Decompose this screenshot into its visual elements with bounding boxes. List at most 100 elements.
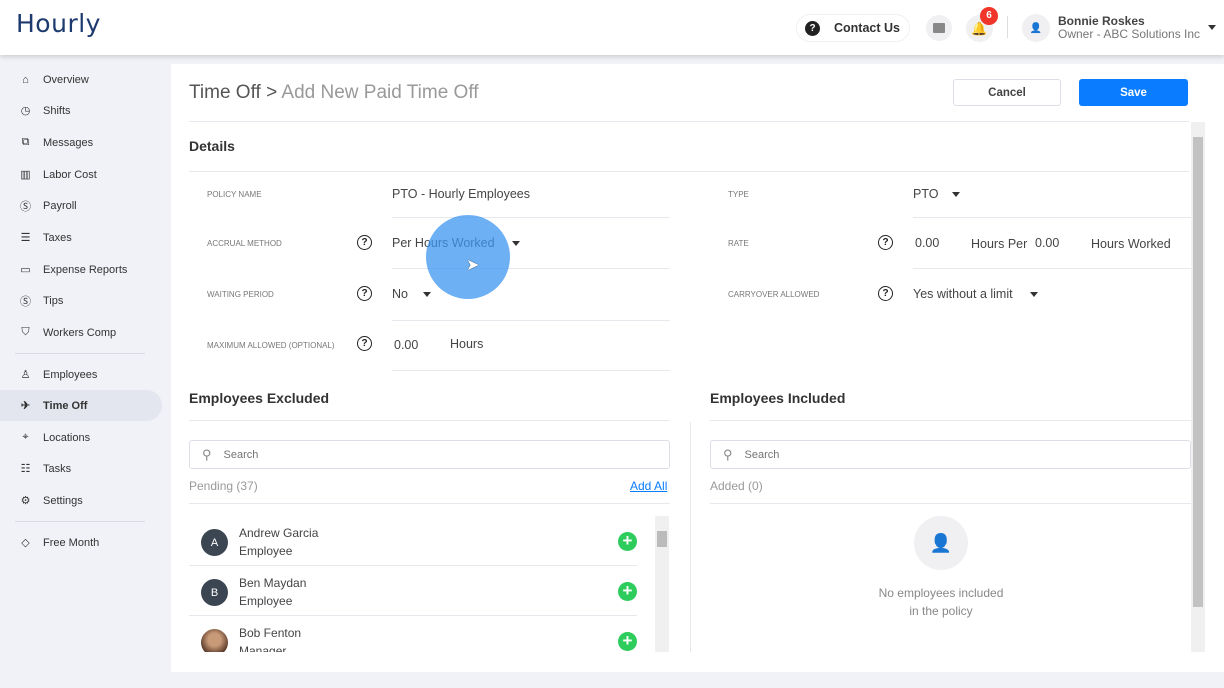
input-underline (392, 320, 670, 321)
bar-chart-icon: ▥ (20, 169, 31, 181)
page-title: Add New Paid Time Off (281, 82, 479, 103)
breadcrumb-time-off[interactable]: Time Off (189, 82, 261, 103)
hours-per-label: Hours Per (971, 237, 1028, 251)
pin-icon: ⌖ (22, 431, 29, 443)
add-icon[interactable]: + (618, 582, 637, 601)
divider (189, 503, 670, 504)
input-underline (392, 370, 670, 371)
help-icon[interactable]: ? (878, 235, 893, 250)
rate-label: Rate (728, 239, 749, 248)
divider (189, 171, 1189, 172)
input-underline (913, 217, 1193, 218)
save-button[interactable]: Save (1079, 79, 1188, 106)
help-icon[interactable]: ? (357, 336, 372, 351)
help-icon[interactable]: ? (878, 286, 893, 301)
hours-worked-input[interactable]: 0.00 (1035, 236, 1059, 250)
employees-included-heading: Employees Included (710, 390, 846, 406)
airplane-icon: ✈ (20, 400, 31, 412)
policy-name-input[interactable]: PTO - Hourly Employees (392, 187, 530, 201)
excluded-search-input[interactable] (223, 448, 604, 461)
sidebar-item-payroll[interactable]: Ⓢ Payroll (0, 190, 162, 221)
dollar-icon: Ⓢ (20, 295, 31, 308)
chevron-down-icon[interactable] (1208, 25, 1216, 30)
hours-unit: Hours (450, 337, 484, 351)
type-label: Type (728, 190, 749, 199)
sidebar-item-expense-reports[interactable]: ▭ Expense Reports (0, 254, 162, 285)
cancel-button[interactable]: Cancel (953, 79, 1061, 106)
caret-down-icon (512, 241, 521, 247)
details-heading: Details (189, 138, 235, 154)
header-divider (1007, 16, 1008, 38)
sidebar-item-taxes[interactable]: ☰ Taxes (0, 222, 162, 253)
help-icon[interactable]: ? (357, 286, 372, 301)
notification-badge: 6 (980, 7, 998, 25)
document-icon: ☰ (20, 232, 31, 244)
pending-count: Pending (37) (189, 479, 258, 493)
list-item: A Andrew Garcia Employee + (189, 516, 637, 566)
rate-input[interactable]: 0.00 (915, 236, 939, 250)
divider (710, 420, 1191, 421)
add-icon[interactable]: + (618, 632, 637, 651)
sidebar-divider (15, 353, 145, 354)
sidebar-divider (15, 521, 145, 522)
person-icon: ♙ (20, 369, 31, 381)
list-item: Bob Fenton Manager + (189, 616, 637, 652)
hours-worked-label: Hours Worked (1091, 237, 1171, 251)
employees-excluded-heading: Employees Excluded (189, 390, 330, 406)
list-icon: ☷ (20, 463, 31, 475)
add-icon[interactable]: + (618, 532, 637, 551)
breadcrumb: Time Off > Add New Paid Time Off (189, 82, 479, 103)
gear-icon: ⚙ (20, 495, 31, 507)
page-scrollbar[interactable] (1191, 122, 1205, 652)
main-panel: Time Off > Add New Paid Time Off Cancel … (171, 64, 1224, 672)
add-all-link[interactable]: Add All (630, 479, 667, 493)
user-name[interactable]: Bonnie Roskes (1058, 14, 1145, 28)
caret-down-icon (951, 192, 960, 198)
input-underline (392, 217, 670, 218)
input-underline (913, 268, 1193, 269)
sidebar-item-employees[interactable]: ♙ Employees (0, 359, 162, 390)
tag-icon: ◇ (21, 537, 30, 549)
help-icon[interactable]: ? (357, 235, 372, 250)
policy-name-label: Policy Name (207, 190, 262, 199)
maximum-allowed-input[interactable]: 0.00 (394, 338, 418, 352)
divider (710, 503, 1191, 504)
sidebar-item-workers-comp[interactable]: ⛉ Workers Comp (0, 317, 162, 348)
sidebar-item-overview[interactable]: ⌂ Overview (0, 64, 162, 95)
sidebar-item-labor-cost[interactable]: ▥ Labor Cost (0, 159, 162, 190)
chat-icon[interactable] (926, 15, 952, 41)
hourly-logo[interactable]: Hourly (16, 9, 101, 38)
sidebar-item-tips[interactable]: Ⓢ Tips (0, 285, 162, 316)
accrual-method-label: Accrual Method (207, 239, 282, 248)
divider (189, 420, 670, 421)
caret-down-icon (423, 292, 432, 298)
top-header: Hourly ? Contact Us 🔔 6 👤 Bonnie Roskes … (0, 0, 1224, 55)
sidebar-item-tasks[interactable]: ☷ Tasks (0, 453, 162, 484)
sidebar-item-locations[interactable]: ⌖ Locations (0, 422, 162, 453)
avatar[interactable]: 👤 (1022, 14, 1050, 42)
sidebar-item-shifts[interactable]: ◷ Shifts (0, 95, 162, 126)
home-icon: ⌂ (22, 73, 29, 86)
sidebar-item-free-month[interactable]: ◇ Free Month (0, 527, 162, 558)
carryover-select[interactable]: Yes without a limit (913, 287, 1039, 301)
sidebar-item-messages[interactable]: ⧉ Messages (0, 127, 162, 158)
shield-icon: ⛉ (21, 326, 30, 338)
list-scrollbar[interactable] (655, 516, 669, 652)
sidebar-item-settings[interactable]: ⚙ Settings (0, 485, 162, 516)
search-icon: ⚲ (723, 446, 733, 462)
sidebar-item-time-off[interactable]: ✈ Time Off (0, 390, 162, 421)
contact-us-button[interactable]: ? Contact Us (796, 14, 910, 42)
divider (189, 121, 1189, 122)
included-search[interactable]: ⚲ (710, 440, 1191, 469)
excluded-list: A Andrew Garcia Employee + B Ben Maydan Em… (171, 516, 671, 652)
added-count: Added (0) (710, 479, 763, 493)
type-select[interactable]: PTO (913, 187, 960, 201)
included-search-input[interactable] (744, 448, 1125, 461)
messages-icon: ⧉ (21, 136, 30, 148)
waiting-period-select[interactable]: No (392, 287, 432, 301)
empty-person-icon: 👤 (914, 516, 968, 570)
carryover-label: Carryover Allowed (728, 290, 820, 299)
excluded-search[interactable]: ⚲ (189, 440, 670, 469)
avatar: B (201, 579, 228, 606)
list-item: B Ben Maydan Employee + (189, 566, 637, 616)
